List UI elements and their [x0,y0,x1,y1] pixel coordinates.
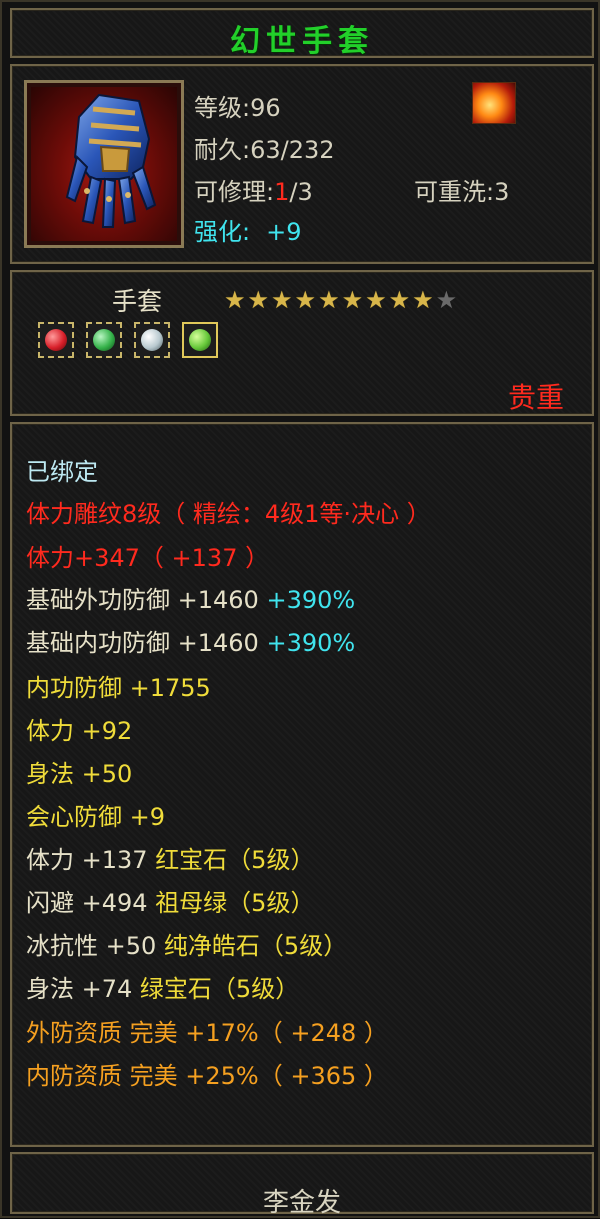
int-quality-line: 内防资质 完美 +25%（ +365 ） [26,1062,388,1090]
title-panel: 幻世手套 [10,8,594,59]
footer-panel: 李金发 [10,1152,594,1218]
diamond-gem-icon [141,329,163,351]
enhance-line: 强化: +9 [194,212,301,247]
precious-tag: 贵重 [507,381,564,414]
level-line: 等级:96 [194,88,281,123]
enhance-value: +9 [266,218,302,246]
item-icon-frame [24,80,184,248]
gem4-line: 身法 +74 绿宝石（5级） [26,969,299,1004]
rewash-label: 可重洗 [414,178,486,206]
agility-bonus-line: 身法 +50 [26,760,133,788]
gem-slot-emerald[interactable] [86,322,122,358]
gem1-line: 体力 +137 红宝石（5级） [26,840,314,875]
gem2-stat: 闪避 +494 [26,889,148,917]
int-def-line: 基础内功防御 +1460 +390% [26,623,355,658]
ext-def-line: 基础外功防御 +1460 +390% [26,580,355,615]
rewash-value: :3 [486,178,510,206]
star-rating: ★★★★★★★★★★ [224,286,459,314]
star-filled-icon: ★ [318,286,342,314]
star-filled-icon: ★ [294,286,319,314]
star-filled-icon: ★ [388,286,413,314]
gem-slot-ruby[interactable] [38,322,74,358]
repair-line: 可修理:1/3 [194,172,313,207]
item-tooltip: 幻世手套 等级:96 耐久:63/232 可修理:1/3 可重洗:3 强化: +… [0,0,600,1218]
int-def-pct: +390% [266,629,356,657]
repair-total: /3 [289,178,313,206]
gem1-stat: 体力 +137 [26,846,148,874]
repair-label: 可修理: [194,178,275,206]
gem3-line: 冰抗性 +50 纯净皓石（5级） [26,926,347,961]
flame-rune-icon [472,82,516,124]
star-filled-icon: ★ [365,286,389,314]
enhance-label: 强化: [194,218,251,246]
star-filled-icon: ★ [247,286,272,314]
item-type: 手套 [112,287,163,316]
gem2-line: 闪避 +494 祖母绿（5级） [26,883,314,918]
level-value: :96 [242,94,281,122]
gem4-stat: 身法 +74 [26,975,133,1003]
ext-def-base: 基础外功防御 +1460 [26,586,259,614]
star-empty-icon: ★ [435,286,460,314]
gem-slot-green[interactable] [182,322,218,358]
type-panel: 手套 ★★★★★★★★★★ 贵重 [10,270,594,416]
star-filled-icon: ★ [412,286,436,314]
item-name: 幻世手套 [230,24,374,59]
gem1-name: 红宝石（5级） [155,846,315,874]
star-filled-icon: ★ [224,286,248,314]
green-gem-icon [189,329,211,351]
info-panel: 等级:96 耐久:63/232 可修理:1/3 可重洗:3 强化: +9 [10,64,594,264]
gem3-name: 纯净皓石（5级） [163,932,348,960]
level-label: 等级 [194,94,242,122]
stamina-main-line: 体力+347（ +137 ） [26,544,270,572]
gem4-name: 绿宝石（5级） [139,975,300,1003]
ext-def-pct: +390% [266,586,356,614]
durability-line: 耐久:63/232 [194,130,335,165]
attributes-panel: 已绑定 体力雕纹8级（ 精绘：4级1等·决心 ） 体力+347（ +137 ） … [10,422,594,1147]
engraving-line: 体力雕纹8级（ 精绘：4级1等·决心 ） [26,500,431,528]
owner-name: 李金发 [262,1188,341,1218]
durability-value: :63/232 [242,136,335,164]
rewash-line: 可重洗:3 [414,172,509,207]
int-def-base: 基础内功防御 +1460 [26,629,259,657]
emerald-gem-icon [93,329,115,351]
gem2-name: 祖母绿（5级） [155,889,315,917]
durability-label: 耐久 [194,136,242,164]
star-filled-icon: ★ [271,286,295,314]
crit-def-line: 会心防御 +9 [26,803,166,831]
repair-used: 1 [274,178,290,206]
gem3-stat: 冰抗性 +50 [26,932,157,960]
stamina-bonus-line: 体力 +92 [26,717,133,745]
gauntlet-icon [65,93,157,228]
bound-status: 已绑定 [26,458,98,486]
int-def-bonus-line: 内功防御 +1755 [26,674,211,702]
ruby-gem-icon [45,329,67,351]
star-filled-icon: ★ [341,286,366,314]
ext-quality-line: 外防资质 完美 +17%（ +248 ） [26,1019,388,1047]
gem-slot-diamond[interactable] [134,322,170,358]
